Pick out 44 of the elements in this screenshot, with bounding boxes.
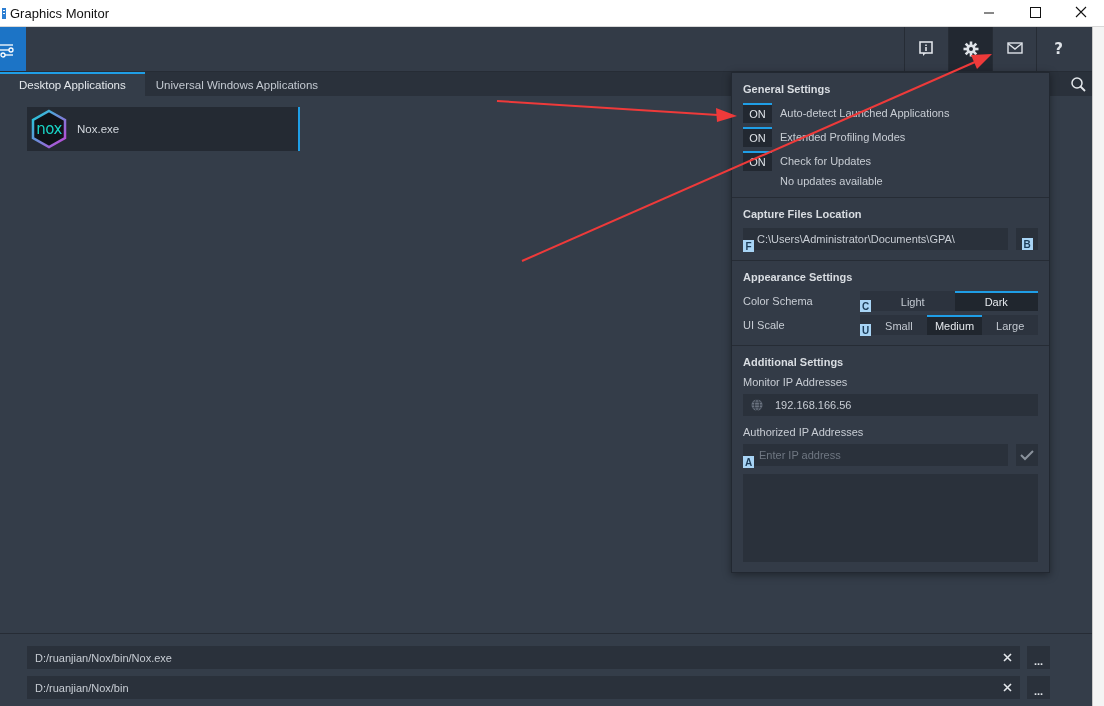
clear-icon[interactable] [1003,683,1012,692]
toggle-switch[interactable]: ON [743,103,772,123]
shortcut-key: U [860,324,871,336]
clear-icon[interactable] [1003,653,1012,662]
application-name: Nox.exe [77,123,120,135]
filter-menu-button[interactable] [0,27,26,71]
segment-option[interactable]: Large [982,315,1038,335]
segment-option[interactable]: Dark [954,291,1038,311]
toggle-switch[interactable]: ON [743,127,772,147]
ip-address-field: 192.168.166.56 [743,394,1038,416]
tab[interactable]: Universal Windows Applications [144,72,330,96]
segment-option[interactable]: Small [871,315,927,335]
shortcut-key: A [743,456,754,468]
shortcut-key: C [860,300,871,312]
checkmark-icon [1020,449,1034,461]
tab[interactable]: Desktop Applications [0,72,145,96]
feedback-icon [918,41,935,57]
field-label: Authorized IP Addresses [743,426,865,438]
update-status: No updates available [779,175,884,187]
window-title: Graphics Monitor [10,5,110,21]
app-logo: nox [29,109,69,149]
confirm-button[interactable] [1016,444,1038,466]
path-field[interactable]: D:/ruanjian/Nox/bin [27,676,1020,699]
browse-button[interactable]: ... [1027,676,1050,699]
setting-label: Color Schema [743,295,814,307]
path-field[interactable]: F C:\Users\Administrator\Documents\GPA\ [743,228,1008,250]
globe-icon [751,399,763,411]
search-icon[interactable] [1071,76,1086,92]
section-heading: Capture Files Location [743,208,863,220]
settings-button[interactable] [948,27,992,71]
path-field[interactable]: D:/ruanjian/Nox/bin/Nox.exe [27,646,1020,669]
section-heading: General Settings [743,83,832,95]
mail-icon [1006,41,1023,57]
segment-option[interactable]: Medium [926,315,983,335]
browse-button[interactable]: B [1016,228,1038,250]
application-card[interactable]: nox Nox.exe [27,107,300,151]
section-heading: Appearance Settings [743,271,854,283]
toggle-label: Check for Updates [780,155,872,167]
field-label: Monitor IP Addresses [743,376,849,388]
section-heading: Additional Settings [743,356,845,368]
browse-button[interactable]: ... [1027,646,1050,669]
help-button[interactable]: ? [1036,27,1080,71]
setting-label: UI Scale [743,319,786,331]
segment-option[interactable]: Light [871,291,955,311]
